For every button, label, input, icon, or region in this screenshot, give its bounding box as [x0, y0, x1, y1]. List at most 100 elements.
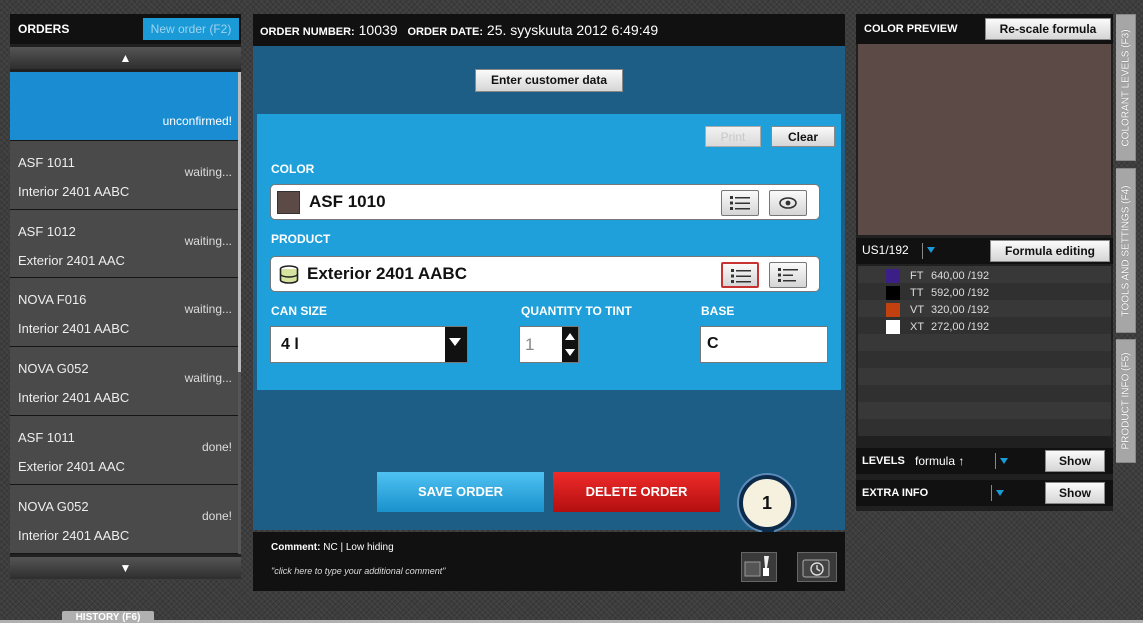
orders-scrollbar[interactable]	[238, 72, 241, 554]
extra-info-row: EXTRA INFO Show	[856, 480, 1113, 506]
order-product: Interior 2401 AABC	[18, 321, 130, 337]
scroll-up-button[interactable]: ▲	[10, 47, 241, 69]
dropdown-arrow-icon[interactable]	[445, 327, 467, 362]
color-list-button[interactable]	[721, 190, 759, 216]
comment-bar: Comment: NC | Low hiding "click here to …	[253, 532, 845, 591]
product-label: PRODUCT	[271, 232, 331, 246]
color-value: ASF 1010	[309, 192, 386, 211]
order-product: Interior 2401 AABC	[18, 390, 130, 406]
levels-select[interactable]: formula ↑	[915, 454, 964, 468]
color-preview-header: COLOR PREVIEW Re-scale formula	[856, 14, 1113, 44]
orders-header: ORDERS New order (F2)	[10, 14, 241, 44]
step-down-icon[interactable]	[565, 349, 575, 356]
formula-unit-select[interactable]: US1/192	[862, 243, 909, 257]
product-field[interactable]: Exterior 2401 AABC	[270, 256, 820, 292]
order-panel: ORDER NUMBER: 10039 ORDER DATE: 25. syys…	[253, 14, 845, 543]
product-value: Exterior 2401 AABC	[307, 264, 467, 283]
orders-list: unconfirmed! ASF 1011 Interior 2401 AABC…	[10, 72, 238, 554]
color-preview-area	[858, 44, 1111, 235]
tab-tools-and-settings[interactable]: TOOLS AND SETTINGS (F4)	[1116, 168, 1136, 333]
order-list-item[interactable]: ASF 1011 Exterior 2401 AAC done!	[10, 415, 238, 485]
tint-button[interactable]	[741, 552, 777, 582]
can-size-select[interactable]: 4 l	[270, 326, 468, 363]
color-preview-panel: COLOR PREVIEW Re-scale formula US1/192 F…	[856, 14, 1113, 511]
color-preview-title: COLOR PREVIEW	[864, 23, 958, 35]
delete-order-button[interactable]: DELETE ORDER	[553, 472, 720, 512]
colorant-amount: 592,00 /192	[931, 287, 990, 299]
product-details-button[interactable]	[769, 262, 807, 288]
levels-show-button[interactable]: Show	[1045, 450, 1105, 472]
tab-label: PRODUCT INFO (F5)	[1120, 352, 1131, 450]
quantity-input[interactable]: 1	[519, 326, 579, 363]
order-status: waiting...	[184, 164, 232, 179]
orders-scroll-thumb[interactable]	[238, 72, 241, 372]
order-list-item[interactable]: ASF 1012 Exterior 2401 AAC waiting...	[10, 209, 238, 279]
step-up-icon[interactable]	[565, 333, 575, 340]
base-field[interactable]: C	[700, 326, 828, 363]
order-history-button[interactable]	[797, 552, 837, 582]
extra-info-show-button[interactable]: Show	[1045, 482, 1105, 504]
formula-editing-button[interactable]: Formula editing	[990, 240, 1110, 262]
colorant-swatch	[886, 320, 900, 334]
colorant-name: TT	[910, 287, 924, 299]
quantity-value: 1	[525, 335, 535, 354]
formula-row: US1/192 Formula editing	[856, 238, 1113, 264]
divider	[995, 453, 996, 469]
colorant-swatch	[886, 303, 900, 317]
quantity-stepper[interactable]	[562, 327, 578, 362]
order-list-item[interactable]: ASF 1011 Interior 2401 AABC waiting...	[10, 140, 238, 210]
order-product: Interior 2401 AABC	[18, 183, 130, 199]
order-list-item[interactable]: unconfirmed!	[10, 72, 238, 141]
extra-info-label: EXTRA INFO	[862, 487, 929, 499]
colorant-swatch	[886, 286, 900, 300]
can-size-value: 4 l	[281, 336, 299, 353]
order-list-item[interactable]: NOVA G052 Interior 2401 AABC waiting...	[10, 347, 238, 416]
arrow-up-icon: ▲	[119, 51, 132, 65]
quantity-label: QUANTITY TO TINT	[521, 304, 632, 318]
order-form: Print Clear COLOR ASF 1010 PRODUCT Exter…	[257, 114, 841, 390]
order-list-item[interactable]: NOVA F016 Interior 2401 AABC waiting...	[10, 278, 238, 348]
print-button[interactable]: Print	[705, 126, 761, 147]
order-status: unconfirmed!	[162, 114, 232, 128]
order-status: waiting...	[184, 371, 232, 386]
order-header: ORDER NUMBER: 10039 ORDER DATE: 25. syys…	[253, 14, 845, 46]
comment-input[interactable]: "click here to type your additional comm…	[271, 566, 445, 576]
orders-title: ORDERS	[18, 22, 70, 36]
chevron-down-icon[interactable]	[996, 490, 1004, 496]
colorant-amount: 320,00 /192	[931, 304, 990, 316]
divider	[922, 243, 923, 259]
chevron-down-icon[interactable]	[927, 247, 935, 253]
list-icon	[731, 269, 751, 283]
order-product: Exterior 2401 AAC	[18, 458, 125, 474]
comment-label: Comment:	[271, 542, 321, 553]
save-order-button[interactable]: SAVE ORDER	[377, 472, 544, 512]
can-size-label: CAN SIZE	[271, 304, 328, 318]
color-field[interactable]: ASF 1010	[270, 184, 820, 220]
order-list-item[interactable]: NOVA G052 Interior 2401 AABC done!	[10, 484, 238, 554]
tab-label: TOOLS AND SETTINGS (F4)	[1120, 185, 1131, 316]
paint-can-icon	[279, 265, 299, 284]
product-list-button[interactable]	[721, 262, 759, 288]
tab-product-info[interactable]: PRODUCT INFO (F5)	[1116, 339, 1136, 463]
colorant-amount: 272,00 /192	[931, 321, 990, 333]
order-date-label: ORDER DATE:	[407, 26, 484, 38]
tab-colorant-levels[interactable]: COLORANT LEVELS (F3)	[1116, 14, 1136, 161]
enter-customer-data-button[interactable]: Enter customer data	[475, 69, 623, 92]
tab-history[interactable]: HISTORY (F6)	[62, 611, 154, 623]
clear-button[interactable]: Clear	[771, 126, 835, 147]
list-icon	[730, 196, 750, 210]
clock-folder-icon	[802, 559, 830, 578]
order-date: 25. syyskuuta 2012 6:49:49	[486, 22, 659, 38]
order-status: done!	[201, 508, 232, 523]
rescale-formula-button[interactable]: Re-scale formula	[985, 18, 1111, 40]
levels-row: LEVELS formula ↑ Show	[856, 448, 1113, 474]
chevron-down-icon[interactable]	[1000, 458, 1008, 464]
new-order-button[interactable]: New order (F2)	[143, 18, 239, 40]
paint-brush-icon	[744, 556, 769, 577]
color-preview-button[interactable]	[769, 190, 807, 216]
tab-label: COLORANT LEVELS (F3)	[1120, 28, 1131, 147]
color-swatch	[277, 191, 300, 214]
divider	[991, 485, 992, 501]
scroll-down-button[interactable]: ▼	[10, 557, 241, 579]
orders-panel: ORDERS New order (F2) ▲ unconfirmed! ASF…	[10, 14, 241, 579]
